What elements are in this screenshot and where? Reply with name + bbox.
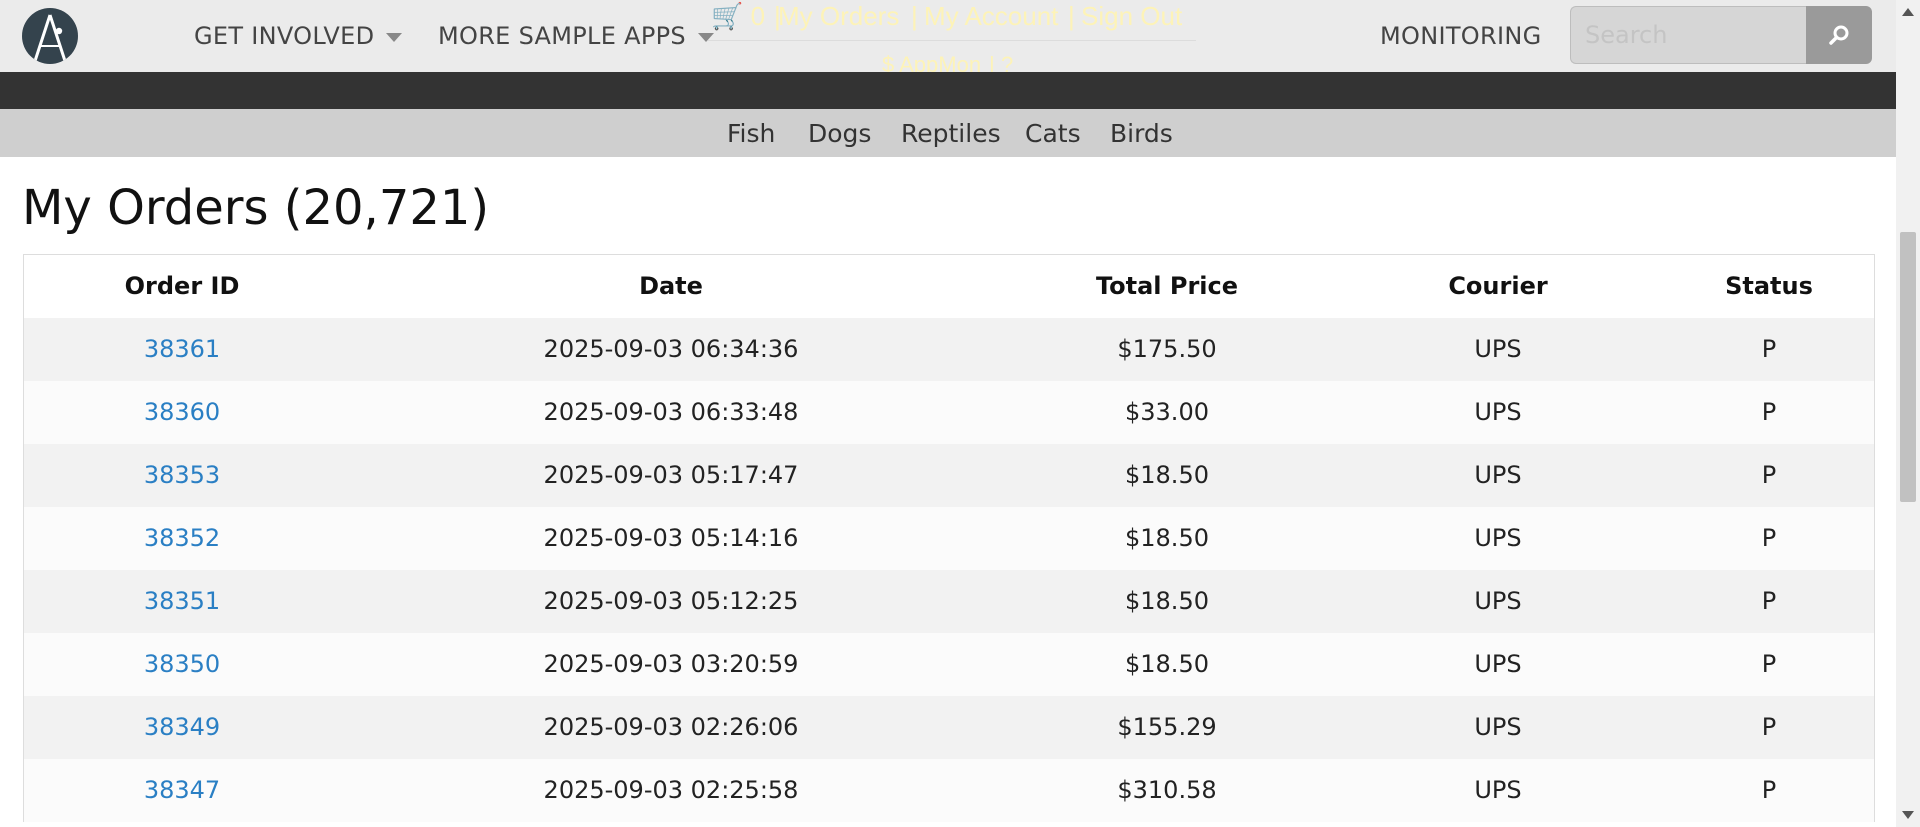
column-header-status[interactable]: Status — [1664, 255, 1874, 318]
table-row: 38352 2025-09-03 05:14:16 $18.50 UPS P — [24, 507, 1874, 570]
order-total: $18.50 — [1125, 524, 1209, 552]
order-id-link[interactable]: 38349 — [144, 713, 220, 741]
search-icon — [1829, 25, 1849, 45]
order-total: $18.50 — [1125, 587, 1209, 615]
search-button[interactable] — [1806, 6, 1872, 64]
order-status: P — [1761, 713, 1777, 741]
scroll-up-icon[interactable] — [1902, 8, 1914, 16]
scrollbar-thumb[interactable] — [1900, 232, 1916, 502]
scroll-down-icon[interactable] — [1902, 811, 1914, 819]
nav-more-sample-apps[interactable]: MORE SAMPLE APPS — [438, 22, 714, 50]
order-courier: UPS — [1474, 335, 1522, 363]
category-birds[interactable]: Birds — [1110, 119, 1173, 148]
order-id-link[interactable]: 38347 — [144, 776, 220, 804]
order-status: P — [1761, 461, 1777, 489]
table-row: 38351 2025-09-03 05:12:25 $18.50 UPS P — [24, 570, 1874, 633]
order-courier: UPS — [1474, 524, 1522, 552]
category-nav: Fish Dogs Reptiles Cats Birds — [0, 109, 1896, 157]
column-header-courier[interactable]: Courier — [1332, 255, 1664, 318]
table-row: 38361 2025-09-03 06:34:36 $175.50 UPS P — [24, 318, 1874, 381]
page-scrollbar[interactable] — [1896, 0, 1920, 827]
nav-get-involved[interactable]: GET INVOLVED — [194, 22, 403, 50]
page-title: My Orders (20,721) — [22, 180, 490, 236]
order-id-link[interactable]: 38361 — [144, 335, 220, 363]
order-date: 2025-09-03 02:26:06 — [543, 713, 799, 741]
order-status: P — [1761, 524, 1777, 552]
category-dogs[interactable]: Dogs — [808, 119, 871, 148]
order-date: 2025-09-03 06:34:36 — [543, 335, 799, 363]
order-status: P — [1761, 776, 1777, 804]
table-row: 38360 2025-09-03 06:33:48 $33.00 UPS P — [24, 381, 1874, 444]
order-date: 2025-09-03 03:20:59 — [543, 650, 799, 678]
account-links: 🛒 0 | My Orders | My Account | Sign Out — [708, 0, 1196, 41]
order-date: 2025-09-03 05:14:16 — [543, 524, 799, 552]
table-header: Order ID Date Total Price Courier Status — [24, 255, 1874, 318]
separator: | — [1068, 1, 1075, 31]
order-total: $175.50 — [1117, 335, 1217, 363]
order-id-link[interactable]: 38350 — [144, 650, 220, 678]
nav-more-sample-apps-label: MORE SAMPLE APPS — [438, 22, 686, 50]
caret-down-icon — [386, 32, 403, 42]
my-account-link[interactable]: My Account — [924, 1, 1058, 32]
order-id-link[interactable]: 38351 — [144, 587, 220, 615]
order-status: P — [1761, 587, 1777, 615]
order-date: 2025-09-03 05:17:47 — [543, 461, 799, 489]
order-id-link[interactable]: 38352 — [144, 524, 220, 552]
order-total: $18.50 — [1125, 650, 1209, 678]
order-courier: UPS — [1474, 587, 1522, 615]
table-row: 38347 2025-09-03 02:25:58 $310.58 UPS P — [24, 759, 1874, 822]
table-row: 38350 2025-09-03 03:20:59 $18.50 UPS P — [24, 633, 1874, 696]
order-total: $33.00 — [1125, 398, 1209, 426]
category-fish[interactable]: Fish — [727, 119, 775, 148]
logo-icon[interactable] — [22, 8, 78, 64]
category-reptiles[interactable]: Reptiles — [901, 119, 1001, 148]
table-row: 38349 2025-09-03 02:26:06 $155.29 UPS P — [24, 696, 1874, 759]
cart-link[interactable]: 🛒 0 — [711, 1, 765, 32]
order-date: 2025-09-03 05:12:25 — [543, 587, 799, 615]
my-orders-link[interactable]: My Orders — [778, 1, 899, 32]
order-id-link[interactable]: 38353 — [144, 461, 220, 489]
order-total: $155.29 — [1117, 713, 1217, 741]
order-status: P — [1761, 335, 1777, 363]
column-header-total-price[interactable]: Total Price — [1002, 255, 1332, 318]
order-courier: UPS — [1474, 650, 1522, 678]
monitoring-link[interactable]: MONITORING — [1380, 22, 1541, 50]
order-courier: UPS — [1474, 776, 1522, 804]
header-divider-band — [0, 72, 1896, 109]
nav-get-involved-label: GET INVOLVED — [194, 22, 375, 50]
orders-table: Order ID Date Total Price Courier Status… — [23, 254, 1875, 822]
order-courier: UPS — [1474, 461, 1522, 489]
order-total: $18.50 — [1125, 461, 1209, 489]
order-total: $310.58 — [1117, 776, 1217, 804]
top-navbar: GET INVOLVED MORE SAMPLE APPS 🛒 0 | My O… — [0, 0, 1896, 77]
order-status: P — [1761, 398, 1777, 426]
order-courier: UPS — [1474, 398, 1522, 426]
order-date: 2025-09-03 02:25:58 — [543, 776, 799, 804]
sign-out-link[interactable]: Sign Out — [1081, 1, 1182, 32]
order-status: P — [1761, 650, 1777, 678]
order-id-link[interactable]: 38360 — [144, 398, 220, 426]
column-header-date[interactable]: Date — [340, 255, 1002, 318]
table-row: 38353 2025-09-03 05:17:47 $18.50 UPS P — [24, 444, 1874, 507]
order-date: 2025-09-03 06:33:48 — [543, 398, 799, 426]
separator: | — [911, 1, 918, 31]
search-input[interactable] — [1570, 6, 1806, 64]
column-header-order-id[interactable]: Order ID — [24, 255, 340, 318]
order-courier: UPS — [1474, 713, 1522, 741]
category-cats[interactable]: Cats — [1025, 119, 1081, 148]
